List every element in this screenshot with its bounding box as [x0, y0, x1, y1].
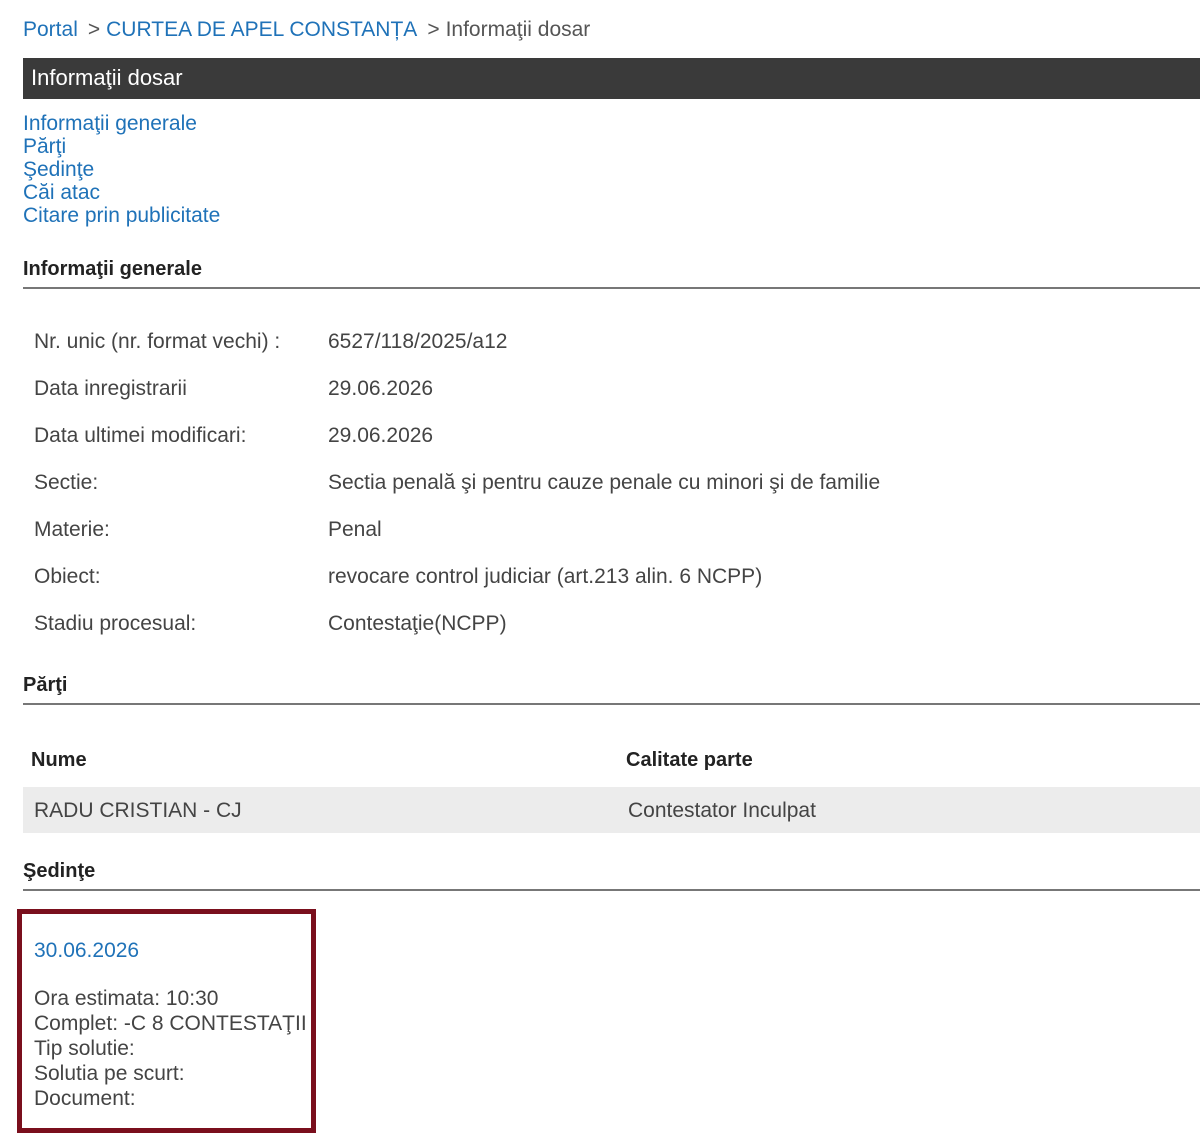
nav-link-cai-atac[interactable]: Căi atac — [23, 181, 220, 204]
breadcrumb-court-link[interactable]: CURTEA DE APEL CONSTANȚA — [106, 18, 417, 41]
info-row-obiect: Obiect: revocare control judiciar (art.2… — [34, 565, 880, 612]
breadcrumb: Portal > CURTEA DE APEL CONSTANȚA > Informaţ… — [23, 18, 590, 42]
hearing-solution-type: Tip solutie: — [34, 1037, 135, 1060]
breadcrumb-separator: > — [427, 18, 440, 41]
hearing-panel: Complet: -C 8 CONTESTAŢII — [34, 1012, 307, 1035]
info-row-materie: Materie: Penal — [34, 518, 880, 565]
hearing-highlight-box: 30.06.2026 Ora estimata: 10:30 Complet: … — [17, 909, 316, 1133]
section-nav: Informaţii generale Părţi Şedinţe Căi at… — [23, 112, 220, 227]
info-value: Sectia penală şi pentru cauze penale cu … — [328, 471, 881, 494]
info-row-data-modificari: Data ultimei modificari: 29.06.2026 — [34, 424, 880, 471]
info-label: Data inregistrarii — [34, 377, 187, 400]
info-label: Obiect: — [34, 565, 101, 588]
page-title: Informaţii dosar — [31, 65, 183, 90]
hearing-estimated-time: Ora estimata: 10:30 — [34, 987, 219, 1010]
parti-table-header: Nume Calitate parte — [23, 740, 1200, 784]
info-label: Materie: — [34, 518, 110, 541]
hearing-document: Document: — [34, 1087, 136, 1110]
info-row-data-inregistrarii: Data inregistrarii 29.06.2026 — [34, 377, 880, 424]
table-row: RADU CRISTIAN - CJ Contestator Inculpat — [23, 787, 1200, 833]
info-row-sectie: Sectie: Sectia penală şi pentru cauze pe… — [34, 471, 880, 518]
info-value: Contestaţie(NCPP) — [328, 612, 507, 635]
page-title-bar: Informaţii dosar — [23, 58, 1200, 99]
section-heading-parti: Părţi — [23, 674, 1200, 705]
info-value: 6527/118/2025/a12 — [328, 330, 508, 353]
general-info-table: Nr. unic (nr. format vechi) : 6527/118/2… — [34, 330, 880, 659]
info-value: Penal — [328, 518, 382, 541]
section-heading-sedinte: Şedinţe — [23, 860, 1200, 891]
party-role: Contestator Inculpat — [628, 799, 816, 822]
breadcrumb-portal-link[interactable]: Portal — [23, 18, 78, 41]
nav-link-parti[interactable]: Părţi — [23, 135, 220, 158]
info-value: 29.06.2026 — [328, 424, 434, 447]
info-label: Sectie: — [34, 471, 99, 494]
info-row-stadiu: Stadiu procesual: Contestaţie(NCPP) — [34, 612, 880, 659]
nav-link-sedinte[interactable]: Şedinţe — [23, 158, 220, 181]
info-label: Data ultimei modificari: — [34, 424, 247, 447]
info-label: Nr. unic (nr. format vechi) : — [34, 330, 281, 353]
hearing-date-link[interactable]: 30.06.2026 — [34, 939, 139, 963]
breadcrumb-current: Informaţii dosar — [445, 18, 591, 41]
hearing-details: Ora estimata: 10:30 Complet: -C 8 CONTES… — [34, 986, 307, 1111]
nav-link-informatii-generale[interactable]: Informaţii generale — [23, 112, 220, 135]
info-row-nr-unic: Nr. unic (nr. format vechi) : 6527/118/2… — [34, 330, 880, 377]
info-label: Stadiu procesual: — [34, 612, 197, 635]
info-value: 29.06.2026 — [328, 377, 434, 400]
section-heading-informatii-generale: Informaţii generale — [23, 258, 1200, 289]
column-header-calitate: Calitate parte — [626, 749, 753, 771]
nav-link-citare[interactable]: Citare prin publicitate — [23, 204, 220, 227]
info-value: revocare control judiciar (art.213 alin.… — [328, 565, 763, 588]
party-name: RADU CRISTIAN - CJ — [34, 799, 242, 822]
column-header-nume: Nume — [31, 749, 87, 771]
hearing-solution-summary: Solutia pe scurt: — [34, 1062, 185, 1085]
breadcrumb-separator: > — [87, 18, 101, 41]
